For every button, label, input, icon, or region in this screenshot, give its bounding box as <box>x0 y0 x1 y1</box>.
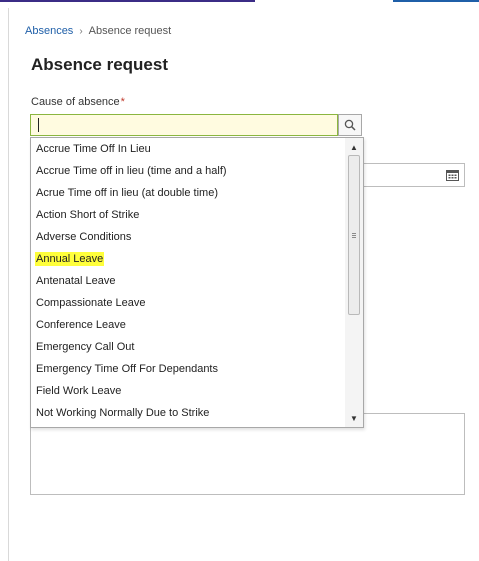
dropdown-option-label: Action Short of Strike <box>36 209 140 221</box>
dropdown-option-label: Acrue Time off in lieu (at double time) <box>36 187 218 199</box>
left-divider <box>8 8 9 561</box>
breadcrumb-current: Absence request <box>88 25 172 37</box>
dropdown-option-label: Accrue Time off in lieu (time and a half… <box>36 165 227 177</box>
cause-search-button[interactable] <box>338 114 362 136</box>
dropdown-option[interactable]: Antenatal Leave <box>31 270 345 292</box>
dropdown-option-label: Emergency Time Off For Dependants <box>36 363 218 375</box>
breadcrumb-separator: › <box>79 26 83 37</box>
cause-of-absence-input[interactable] <box>30 114 338 136</box>
dropdown-option[interactable]: Action Short of Strike <box>31 204 345 226</box>
dropdown-option[interactable]: Annual Leave <box>31 248 345 270</box>
scrollbar-grip-icon <box>352 232 356 238</box>
dropdown-option-label: Annual Leave <box>35 252 105 266</box>
page-title: Absence request <box>31 55 168 74</box>
date-picker-button[interactable] <box>440 163 465 187</box>
dropdown-option-label: Not Working Normally Due to Strike <box>36 407 210 419</box>
dropdown-scrollbar[interactable]: ▲ ▼ <box>345 138 363 427</box>
dropdown-option-label: Compassionate Leave <box>36 297 146 309</box>
dropdown-option[interactable]: On Strike <box>31 424 345 427</box>
dropdown-option[interactable]: Not Working Normally Due to Strike <box>31 402 345 424</box>
cause-of-absence-label-text: Cause of absence <box>31 96 120 108</box>
required-marker: * <box>120 96 125 108</box>
scroll-up-arrow-icon[interactable]: ▲ <box>345 139 363 155</box>
dropdown-option[interactable]: Compassionate Leave <box>31 292 345 314</box>
dropdown-option-label: Conference Leave <box>36 319 126 331</box>
dropdown-options: Accrue Time Off In Lieu Accrue Time off i… <box>31 138 345 427</box>
dropdown-option[interactable]: Adverse Conditions <box>31 226 345 248</box>
absence-request-page: Absences › Absence request Absence request… <box>0 0 479 561</box>
dropdown-option-label: Accrue Time Off In Lieu <box>36 143 151 155</box>
dropdown-option-label: Antenatal Leave <box>36 275 116 287</box>
dropdown-option[interactable]: Emergency Time Off For Dependants <box>31 358 345 380</box>
cause-dropdown-list[interactable]: Accrue Time Off In Lieu Accrue Time off i… <box>30 137 364 428</box>
dropdown-option[interactable]: Accrue Time Off In Lieu <box>31 138 345 160</box>
text-cursor <box>38 118 39 132</box>
calendar-icon <box>446 170 459 181</box>
top-accent-bar <box>0 0 255 2</box>
dropdown-option-label: Field Work Leave <box>36 385 122 397</box>
dropdown-option[interactable]: Acrue Time off in lieu (at double time) <box>31 182 345 204</box>
breadcrumb: Absences › Absence request <box>25 25 171 37</box>
cause-of-absence-label: Cause of absence* <box>31 96 125 108</box>
dropdown-option-label: Adverse Conditions <box>36 231 132 243</box>
dropdown-option[interactable]: Field Work Leave <box>31 380 345 402</box>
dropdown-option[interactable]: Conference Leave <box>31 314 345 336</box>
scrollbar-thumb[interactable] <box>348 155 360 315</box>
scroll-down-arrow-icon[interactable]: ▼ <box>345 410 363 426</box>
breadcrumb-link-absences[interactable]: Absences <box>25 25 73 37</box>
dropdown-option[interactable]: Accrue Time off in lieu (time and a half… <box>31 160 345 182</box>
dropdown-option[interactable]: Emergency Call Out <box>31 336 345 358</box>
search-icon <box>344 119 356 131</box>
top-accent-bar-right <box>393 0 479 2</box>
dropdown-option-label: Emergency Call Out <box>36 341 135 353</box>
